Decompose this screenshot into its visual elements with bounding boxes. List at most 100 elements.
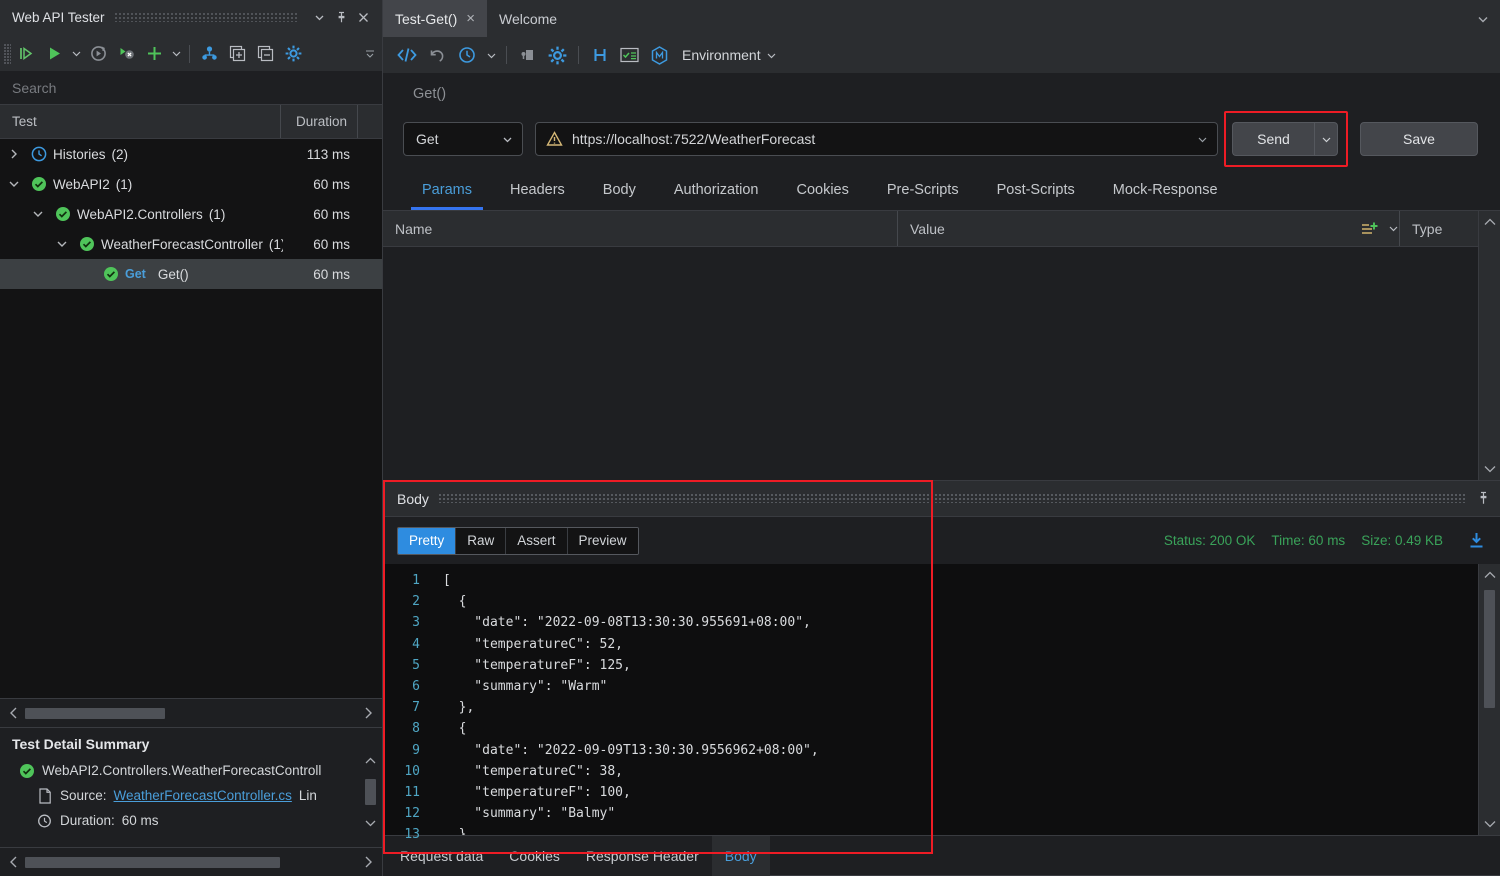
response-bottom-tab[interactable]: Body [711,836,770,876]
request-tab[interactable]: Pre-Scripts [868,170,978,210]
response-bottom-tabs: Request data Cookies Response Header Body [383,835,1500,876]
code-scroll-down-icon[interactable] [1479,819,1500,829]
import-button[interactable] [514,42,541,69]
params-table-body[interactable] [383,247,1478,480]
toolbar-grip[interactable] [4,43,11,64]
response-bottom-tab[interactable]: Cookies [496,836,573,876]
close-icon[interactable]: × [466,11,475,26]
detail-hscroll-track[interactable] [25,856,357,868]
response-bottom-tab[interactable]: Response Header [573,836,712,876]
scroll-up-icon[interactable] [364,756,377,765]
group-by-button[interactable] [196,41,222,67]
environment-dropdown-caret[interactable] [764,42,780,69]
chevron-right-icon[interactable] [4,148,24,160]
tree-row[interactable]: Get Get() 60 ms [0,259,382,289]
request-tab[interactable]: Authorization [655,170,778,210]
hscroll-track[interactable] [25,707,357,719]
params-vertical-scrollbar[interactable] [1478,211,1500,480]
request-tab[interactable]: Cookies [777,170,867,210]
add-row-icon[interactable] [1360,220,1380,238]
chevron-down-icon[interactable] [28,208,48,220]
settings-button[interactable] [280,41,306,67]
pin-icon[interactable] [1477,491,1490,506]
expand-all-button[interactable] [224,41,250,67]
code-scroll-thumb[interactable] [1484,590,1495,708]
search-input[interactable] [12,80,370,96]
tree-row[interactable]: WebAPI2 (1) 60 ms [0,169,382,199]
code-snippet-button[interactable] [393,42,420,69]
test-tree[interactable]: Histories (2) 113 ms WebAPI2 (1) 60 ms WebAP… [0,139,382,698]
rerun-button[interactable] [85,41,111,67]
save-button[interactable]: Save [1360,122,1478,156]
add-dropdown-caret[interactable] [169,41,183,67]
tree-row[interactable]: WebAPI2.Controllers (1) 60 ms [0,199,382,229]
download-icon[interactable] [1467,531,1486,550]
checklist-button[interactable] [616,42,643,69]
http-method-select[interactable]: Get [403,122,523,156]
detail-vertical-scrollbar[interactable] [361,756,379,828]
chevron-down-icon[interactable] [52,238,72,250]
test-explorer-toolbar [0,36,382,72]
collapse-all-button[interactable] [252,41,278,67]
editor-tab[interactable]: Test-Get() × [383,0,487,37]
tree-row[interactable]: Histories (2) 113 ms [0,139,382,169]
params-scroll-up-icon[interactable] [1483,217,1497,227]
detail-source-link[interactable]: WeatherForecastController.cs [114,788,292,803]
scroll-right-icon[interactable] [363,706,374,720]
request-tab[interactable]: Headers [491,170,584,210]
scroll-down-icon[interactable] [364,819,377,828]
response-view-tab[interactable]: Pretty [398,527,456,554]
response-view-tab[interactable]: Assert [505,527,567,554]
params-add-dropdown-caret[interactable] [1388,223,1399,234]
detail-horizontal-scrollbar[interactable] [0,847,382,876]
detail-scroll-thumb[interactable] [364,779,376,805]
request-tab[interactable]: Params [403,170,491,210]
settings-gear-button[interactable] [544,42,571,69]
url-input[interactable]: https://localhost:7522/WeatherForecast [535,122,1218,156]
pin-icon[interactable] [330,7,352,29]
har-button[interactable] [586,42,613,69]
request-tab[interactable]: Post-Scripts [978,170,1094,210]
history-button[interactable] [453,42,480,69]
history-dropdown-caret[interactable] [483,42,499,69]
close-icon[interactable] [352,7,374,29]
params-column-name: Name [383,211,898,246]
params-scroll-down-icon[interactable] [1483,464,1497,474]
environment-selector[interactable]: Environment [682,47,761,63]
chevron-down-icon[interactable] [4,178,24,190]
detail-hscroll-thumb[interactable] [25,856,280,868]
add-button[interactable] [141,41,167,67]
run-button[interactable] [41,41,67,67]
run-dropdown-caret[interactable] [69,41,83,67]
detail-scroll-right-icon[interactable] [363,855,374,869]
hscroll-thumb[interactable] [25,707,165,719]
response-view-tab[interactable]: Preview [566,527,638,554]
send-dropdown-caret[interactable] [1314,122,1338,156]
search-box[interactable] [0,72,382,105]
response-view-tab[interactable]: Raw [455,527,506,554]
undo-button[interactable] [423,42,450,69]
editor-tab-label: Test-Get() [395,10,458,27]
run-failed-button[interactable] [113,41,139,67]
chevron-down-icon[interactable] [1476,0,1490,37]
column-header-test[interactable]: Test [0,105,281,138]
scroll-left-icon[interactable] [8,706,19,720]
send-button[interactable]: Send [1232,122,1314,156]
tree-row[interactable]: WeatherForecastController (1) 60 ms [0,229,382,259]
code-vertical-scrollbar[interactable] [1478,564,1500,835]
toolbar-overflow-button[interactable] [364,48,376,60]
tree-horizontal-scrollbar[interactable] [0,698,382,727]
response-body-code[interactable]: 1 2 3 4 5 6 7 8 9 10 11 12 13 [ { "date"… [383,564,1500,842]
mock-button[interactable] [646,42,673,69]
response-body-text[interactable]: [ { "date": "2022-09-08T13:30:30.955691+… [429,564,1478,835]
size-badge: Size: 0.49 KB [1361,533,1443,548]
request-tab[interactable]: Body [584,170,655,210]
column-header-duration[interactable]: Duration [281,105,358,138]
run-step-button[interactable] [13,41,39,67]
chevron-down-icon[interactable] [308,7,330,29]
code-scroll-up-icon[interactable] [1483,570,1497,580]
detail-scroll-left-icon[interactable] [8,855,19,869]
request-tab[interactable]: Mock-Response [1094,170,1237,210]
titlebar-dotted-separator [114,13,298,22]
editor-tab[interactable]: Welcome [487,0,569,37]
